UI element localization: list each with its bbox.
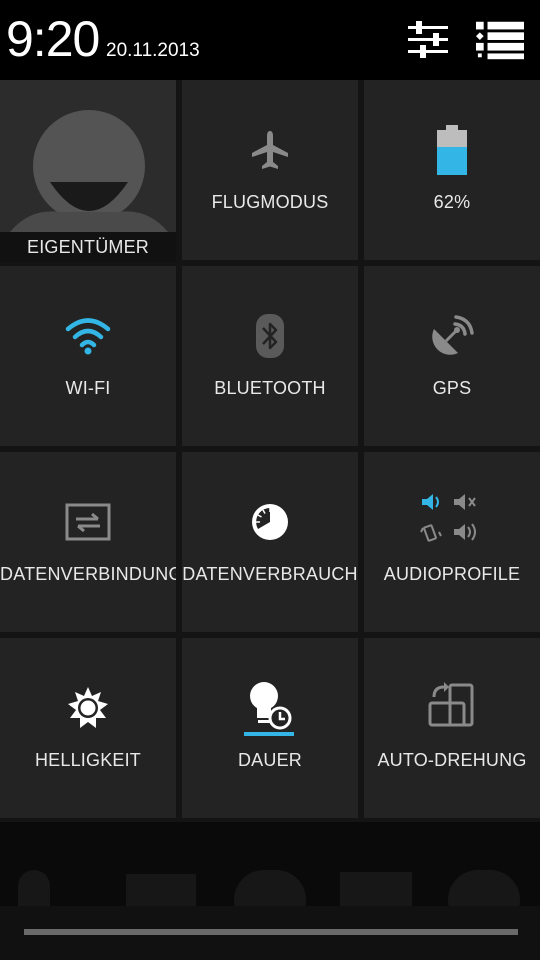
tile-label: HELLIGKEIT (34, 750, 142, 770)
tile-gps[interactable]: GPS (364, 266, 540, 446)
tile-label: GPS (432, 378, 472, 398)
settings-toggle-button[interactable] (404, 16, 452, 64)
tile-label: 62% (433, 192, 471, 212)
screen-timeout-icon (244, 682, 294, 736)
home-screen-background (0, 822, 540, 960)
tile-label: FLUGMODUS (211, 192, 329, 212)
tile-screen-timeout[interactable]: DAUER (182, 638, 358, 818)
user-avatar-icon (0, 80, 176, 232)
clock-date: 20.11.2013 (106, 40, 200, 61)
tile-audio-profiles[interactable]: AUDIOPROFILE (364, 452, 540, 632)
panel-drag-handle[interactable] (24, 929, 518, 935)
background-app-icon (18, 870, 50, 910)
tile-label: BLUETOOTH (214, 378, 326, 398)
airplane-icon (252, 131, 288, 169)
list-icon (476, 21, 524, 60)
quick-settings-grid: EIGENTÜMER FLUGMODUS 62% WI-FI BLUETOOTH… (0, 80, 540, 822)
tile-battery[interactable]: 62% (364, 80, 540, 260)
tile-bluetooth[interactable]: BLUETOOTH (182, 266, 358, 446)
brightness-icon (68, 687, 108, 728)
tile-data-connection[interactable]: DATENVERBINDUNG (0, 452, 176, 632)
audio-profiles-icon (420, 494, 476, 542)
tile-label: DATENVERBRAUCH (182, 564, 358, 584)
clock-time: 9:20 (6, 11, 100, 67)
bluetooth-icon (256, 314, 284, 358)
tile-wifi[interactable]: WI-FI (0, 266, 176, 446)
tile-brightness[interactable]: HELLIGKEIT (0, 638, 176, 818)
data-usage-icon (252, 504, 288, 540)
tile-airplane-mode[interactable]: FLUGMODUS (182, 80, 358, 260)
tile-label: WI-FI (65, 378, 111, 398)
wifi-icon (65, 318, 111, 355)
gps-icon (432, 315, 474, 355)
tile-label: DAUER (237, 750, 302, 770)
tile-label: AUTO-DREHUNG (377, 750, 527, 770)
auto-rotate-icon (428, 682, 474, 727)
tile-owner[interactable]: EIGENTÜMER (0, 80, 176, 262)
data-connection-icon (65, 503, 111, 541)
tile-data-usage[interactable]: DATENVERBRAUCH (182, 452, 358, 632)
tile-label: DATENVERBINDUNG (0, 564, 176, 584)
notifications-toggle-button[interactable] (476, 16, 524, 64)
tile-auto-rotate[interactable]: AUTO-DREHUNG (364, 638, 540, 818)
quick-settings-header: 9:20 20.11.2013 (0, 0, 540, 80)
tile-label: AUDIOPROFILE (383, 564, 521, 584)
tile-label: EIGENTÜMER (0, 232, 176, 262)
battery-icon (437, 125, 467, 175)
sliders-icon (408, 21, 448, 58)
